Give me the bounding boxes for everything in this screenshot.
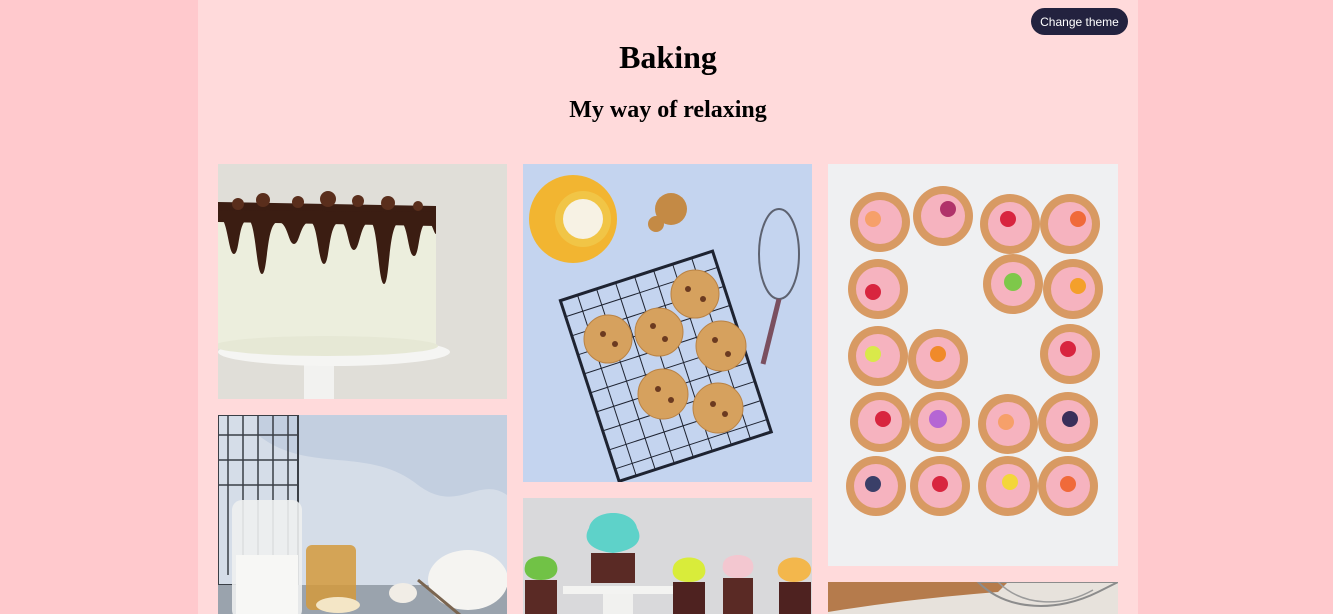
page-title: Baking: [619, 39, 717, 75]
drip-cake-photo: [218, 164, 507, 399]
baking-ingredients-photo: [218, 415, 507, 614]
page-container: Change theme Baking My way of relaxing: [198, 0, 1138, 614]
fruit-donuts-photo: [828, 164, 1118, 566]
cookies-on-rack-photo: [523, 164, 812, 482]
rolling-pin-whisk-photo: [828, 582, 1118, 614]
page-subtitle: My way of relaxing: [569, 97, 767, 123]
cupcakes-photo: [523, 498, 812, 614]
change-theme-button[interactable]: Change theme: [1031, 8, 1128, 35]
